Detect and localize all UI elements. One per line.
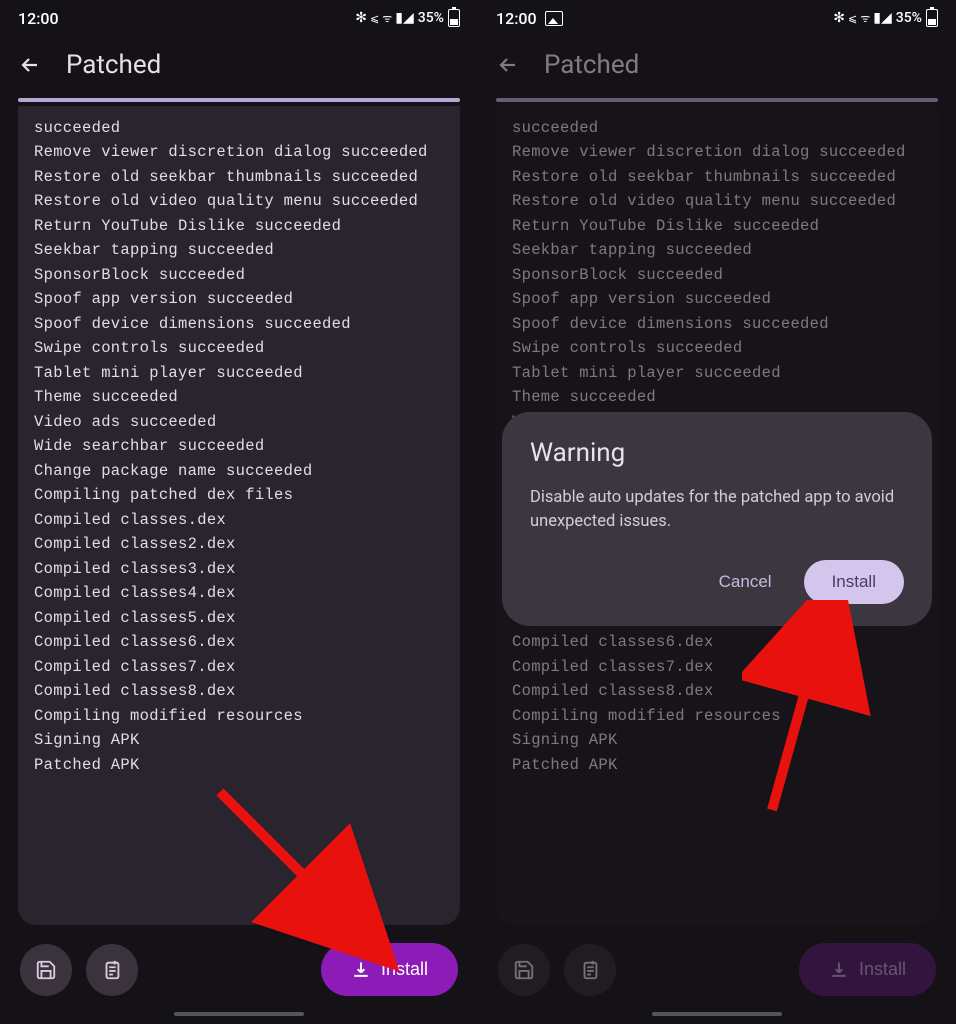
copy-log-button[interactable] [564, 944, 616, 996]
log-line: Compiled classes3.dex [34, 557, 444, 581]
screenshot-icon [545, 11, 563, 26]
battery-percent: 35% [418, 10, 444, 26]
log-line: Spoof device dimensions succeeded [512, 312, 922, 336]
log-line: Swipe controls succeeded [34, 336, 444, 360]
dialog-actions: Cancel Install [530, 560, 904, 604]
install-button[interactable]: Install [799, 943, 936, 996]
log-line: Compiled classes7.dex [34, 655, 444, 679]
log-line: Change package name succeeded [34, 459, 444, 483]
back-icon[interactable] [18, 53, 42, 77]
log-line: Compiled classes8.dex [34, 679, 444, 703]
signal-icon: ▮◢ [395, 10, 413, 26]
log-line: Compiled classes7.dex [512, 655, 922, 679]
volte-icon: ᯤ [860, 11, 870, 26]
status-time: 12:00 [18, 9, 59, 28]
download-icon [829, 960, 849, 980]
save-button[interactable] [498, 944, 550, 996]
log-line: Compiling modified resources [34, 704, 444, 728]
log-line: Spoof app version succeeded [34, 287, 444, 311]
log-line: Compiling patched dex files [34, 483, 444, 507]
log-line: Signing APK [512, 728, 922, 752]
screen-right: 12:00 ✻ ⩽ ᯤ ▮◢ 35% Patched succeededRemo… [478, 0, 956, 1024]
install-label: Install [859, 959, 906, 980]
page-title: Patched [544, 50, 639, 80]
log-line: Remove viewer discretion dialog succeede… [34, 140, 444, 164]
volte-icon: ᯤ [382, 11, 392, 26]
log-line: Seekbar tapping succeeded [34, 238, 444, 262]
signal-icon: ▮◢ [873, 10, 891, 26]
log-line: Wide searchbar succeeded [34, 434, 444, 458]
log-line: Return YouTube Dislike succeeded [512, 214, 922, 238]
log-line: Spoof app version succeeded [512, 287, 922, 311]
log-line: Seekbar tapping succeeded [512, 238, 922, 262]
log-line: Compiled classes6.dex [34, 630, 444, 654]
log-line: Compiled classes8.dex [512, 679, 922, 703]
log-line: Tablet mini player succeeded [512, 361, 922, 385]
log-line: Patched APK [34, 753, 444, 777]
install-label: Install [381, 959, 428, 980]
status-icons: ✻ ⩽ ᯤ ▮◢ [833, 10, 891, 26]
log-line: Compiled classes2.dex [34, 532, 444, 556]
screen-left: 12:00 ✻ ⩽ ᯤ ▮◢ 35% Patched succeededRemo… [0, 0, 478, 1024]
log-line: Return YouTube Dislike succeeded [34, 214, 444, 238]
battery-percent: 35% [896, 10, 922, 26]
log-line: SponsorBlock succeeded [34, 263, 444, 287]
progress-bar [496, 98, 938, 102]
log-line: Restore old video quality menu succeeded [512, 189, 922, 213]
dialog-title: Warning [530, 438, 904, 468]
log-line: Restore old seekbar thumbnails succeeded [34, 165, 444, 189]
copy-log-button[interactable] [86, 944, 138, 996]
log-line: Compiled classes6.dex [512, 630, 922, 654]
status-icons: ✻ ⩽ ᯤ ▮◢ [355, 10, 413, 26]
log-line: succeeded [34, 116, 444, 140]
save-button[interactable] [20, 944, 72, 996]
bluetooth-icon: ✻ [833, 10, 845, 26]
app-bar: Patched [0, 36, 478, 98]
vowifi-icon: ⩽ [848, 12, 857, 25]
vowifi-icon: ⩽ [370, 12, 379, 25]
page-title: Patched [66, 50, 161, 80]
status-bar: 12:00 ✻ ⩽ ᯤ ▮◢ 35% [478, 0, 956, 36]
log-line: Compiled classes4.dex [34, 581, 444, 605]
log-line: Signing APK [34, 728, 444, 752]
log-line: Video ads succeeded [34, 410, 444, 434]
status-bar: 12:00 ✻ ⩽ ᯤ ▮◢ 35% [0, 0, 478, 36]
log-line: Compiled classes5.dex [34, 606, 444, 630]
log-output[interactable]: succeededRemove viewer discretion dialog… [18, 106, 460, 925]
home-indicator[interactable] [174, 1012, 304, 1016]
bluetooth-icon: ✻ [355, 10, 367, 26]
log-line: Compiling modified resources [512, 704, 922, 728]
install-button[interactable]: Install [321, 943, 458, 996]
log-line: Compiled classes.dex [34, 508, 444, 532]
log-line: Spoof device dimensions succeeded [34, 312, 444, 336]
warning-dialog: Warning Disable auto updates for the pat… [502, 412, 932, 626]
home-indicator[interactable] [652, 1012, 782, 1016]
dialog-message: Disable auto updates for the patched app… [530, 486, 904, 534]
log-line: Restore old video quality menu succeeded [34, 189, 444, 213]
dialog-cancel-button[interactable]: Cancel [705, 562, 786, 602]
log-line: Restore old seekbar thumbnails succeeded [512, 165, 922, 189]
log-line: succeeded [512, 116, 922, 140]
battery-icon [926, 9, 938, 27]
progress-bar [18, 98, 460, 102]
battery-icon [448, 9, 460, 27]
back-icon[interactable] [496, 53, 520, 77]
dialog-install-button[interactable]: Install [804, 560, 904, 604]
download-icon [351, 960, 371, 980]
log-line: Theme succeeded [512, 385, 922, 409]
log-line: Tablet mini player succeeded [34, 361, 444, 385]
log-line: SponsorBlock succeeded [512, 263, 922, 287]
bottom-bar: Install [0, 925, 478, 1024]
bottom-bar: Install [478, 925, 956, 1024]
log-line: Theme succeeded [34, 385, 444, 409]
log-line: Swipe controls succeeded [512, 336, 922, 360]
log-line: Patched APK [512, 753, 922, 777]
log-line: Remove viewer discretion dialog succeede… [512, 140, 922, 164]
app-bar: Patched [478, 36, 956, 98]
status-time: 12:00 [496, 9, 537, 28]
